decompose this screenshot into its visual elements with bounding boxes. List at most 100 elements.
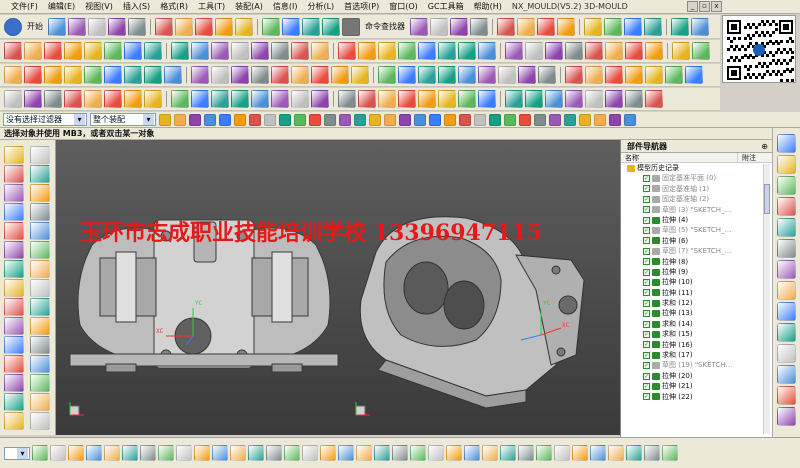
tool-icon[interactable] <box>30 412 50 430</box>
tool-icon[interactable] <box>30 260 50 278</box>
tool-icon[interactable] <box>140 445 156 461</box>
tool-icon[interactable] <box>398 90 416 108</box>
tool-icon[interactable] <box>124 66 142 84</box>
tool-icon[interactable] <box>68 17 86 36</box>
snap-icon[interactable] <box>414 113 426 126</box>
tree-feature-row[interactable]: ✓ 草图 (7) "SKETCH_… <box>621 246 772 256</box>
tool-icon[interactable] <box>392 445 408 461</box>
tree-feature-row[interactable]: ✓ 固定基准轴 (2) <box>621 194 772 204</box>
tool-icon[interactable] <box>311 66 329 84</box>
tool-icon[interactable] <box>84 90 102 108</box>
column-note[interactable]: 附注 <box>738 153 772 162</box>
tool-icon[interactable] <box>104 90 122 108</box>
tool-icon[interactable] <box>30 165 50 183</box>
pin-icon[interactable]: ⊕ <box>761 140 768 153</box>
snap-icon[interactable] <box>294 113 306 126</box>
tool-icon[interactable] <box>251 66 269 84</box>
visibility-checkbox[interactable]: ✓ <box>643 382 650 390</box>
tool-icon[interactable] <box>291 66 309 84</box>
tool-icon[interactable] <box>30 241 50 259</box>
tool-icon[interactable] <box>191 90 209 108</box>
tool-icon[interactable] <box>517 17 535 36</box>
visibility-checkbox[interactable]: ✓ <box>643 195 650 203</box>
graphics-window[interactable]: YC XC YC XC 玉环市志成职业技能培训学校 13396947115 <box>56 140 620 435</box>
tool-icon[interactable] <box>30 355 50 373</box>
snap-icon[interactable] <box>264 113 276 126</box>
visibility-checkbox[interactable]: ✓ <box>643 341 650 349</box>
tool-icon[interactable] <box>478 90 496 108</box>
tool-icon[interactable] <box>191 42 209 60</box>
snap-icon[interactable] <box>204 113 216 126</box>
tool-icon[interactable] <box>605 66 623 84</box>
scrollbar-thumb[interactable] <box>764 184 770 214</box>
tool-icon[interactable] <box>30 222 50 240</box>
tool-icon[interactable] <box>284 445 300 461</box>
tool-icon[interactable] <box>4 165 24 183</box>
tree-feature-row[interactable]: ✓ 拉伸 (13) <box>621 308 772 318</box>
tool-icon[interactable] <box>590 445 606 461</box>
tree-feature-row[interactable]: ✓ 拉伸 (11) <box>621 288 772 298</box>
tool-icon[interactable] <box>266 445 282 461</box>
tool-icon[interactable] <box>311 42 329 60</box>
tool-icon[interactable] <box>585 42 603 60</box>
tool-icon[interactable] <box>685 66 703 84</box>
restore-icon[interactable]: ▫ <box>699 1 710 12</box>
visibility-checkbox[interactable]: ✓ <box>643 362 650 370</box>
tool-icon[interactable] <box>171 90 189 108</box>
snap-icon[interactable] <box>444 113 456 126</box>
tool-icon[interactable] <box>645 66 663 84</box>
snap-icon[interactable] <box>519 113 531 126</box>
tool-icon[interactable] <box>171 42 189 60</box>
tool-icon[interactable] <box>525 42 543 60</box>
tool-icon[interactable] <box>545 90 563 108</box>
tree-feature-row[interactable]: ✓ 固定基准平面 (0) <box>621 173 772 183</box>
tool-icon[interactable] <box>30 146 50 164</box>
tool-icon[interactable] <box>497 17 515 36</box>
tool-icon[interactable] <box>418 42 436 60</box>
tool-icon[interactable] <box>644 17 662 36</box>
tool-icon[interactable] <box>235 17 253 36</box>
tool-icon[interactable] <box>30 317 50 335</box>
tool-icon[interactable] <box>124 90 142 108</box>
tree-feature-row[interactable]: ✓ 拉伸 (4) <box>621 215 772 225</box>
visibility-checkbox[interactable]: ✓ <box>643 289 650 297</box>
tool-icon[interactable] <box>320 445 336 461</box>
command-finder-button[interactable]: 命令查找器 <box>362 21 408 32</box>
snap-icon[interactable] <box>549 113 561 126</box>
tool-icon[interactable] <box>311 90 329 108</box>
snap-icon[interactable] <box>159 113 171 126</box>
snap-icon[interactable] <box>564 113 576 126</box>
tool-icon[interactable] <box>50 445 66 461</box>
tool-icon[interactable] <box>175 17 193 36</box>
tool-icon[interactable] <box>86 445 102 461</box>
tool-icon[interactable] <box>500 445 516 461</box>
menu-item[interactable]: 窗口(O) <box>384 1 423 12</box>
resource-tab-icon[interactable] <box>777 134 796 153</box>
tree-folder-model-history[interactable]: 模型历史记录 <box>621 163 772 173</box>
tool-icon[interactable] <box>251 42 269 60</box>
tool-icon[interactable] <box>68 445 84 461</box>
tool-icon[interactable] <box>505 90 523 108</box>
tool-icon[interactable] <box>605 90 623 108</box>
selection-filter-dropdown[interactable]: 没有选择过滤器 <box>3 113 87 126</box>
tool-icon[interactable] <box>608 445 624 461</box>
snap-icon[interactable] <box>534 113 546 126</box>
tool-icon[interactable] <box>625 66 643 84</box>
snap-icon[interactable] <box>579 113 591 126</box>
tool-icon[interactable] <box>4 336 24 354</box>
tool-icon[interactable] <box>128 17 146 36</box>
snap-icon[interactable] <box>489 113 501 126</box>
resource-tab-icon[interactable] <box>777 218 796 237</box>
snap-icon[interactable] <box>369 113 381 126</box>
tree-feature-row[interactable]: ✓ 拉伸 (10) <box>621 277 772 287</box>
tool-icon[interactable] <box>104 66 122 84</box>
tool-icon[interactable] <box>211 90 229 108</box>
visibility-checkbox[interactable]: ✓ <box>643 393 650 401</box>
tool-icon[interactable] <box>158 445 174 461</box>
menu-item[interactable]: 工具(T) <box>193 1 230 12</box>
visibility-checkbox[interactable]: ✓ <box>643 268 650 276</box>
tool-icon[interactable] <box>438 90 456 108</box>
tree-feature-row[interactable]: ✓ 求和 (15) <box>621 329 772 339</box>
tool-icon[interactable] <box>331 66 349 84</box>
tool-icon[interactable] <box>525 90 543 108</box>
